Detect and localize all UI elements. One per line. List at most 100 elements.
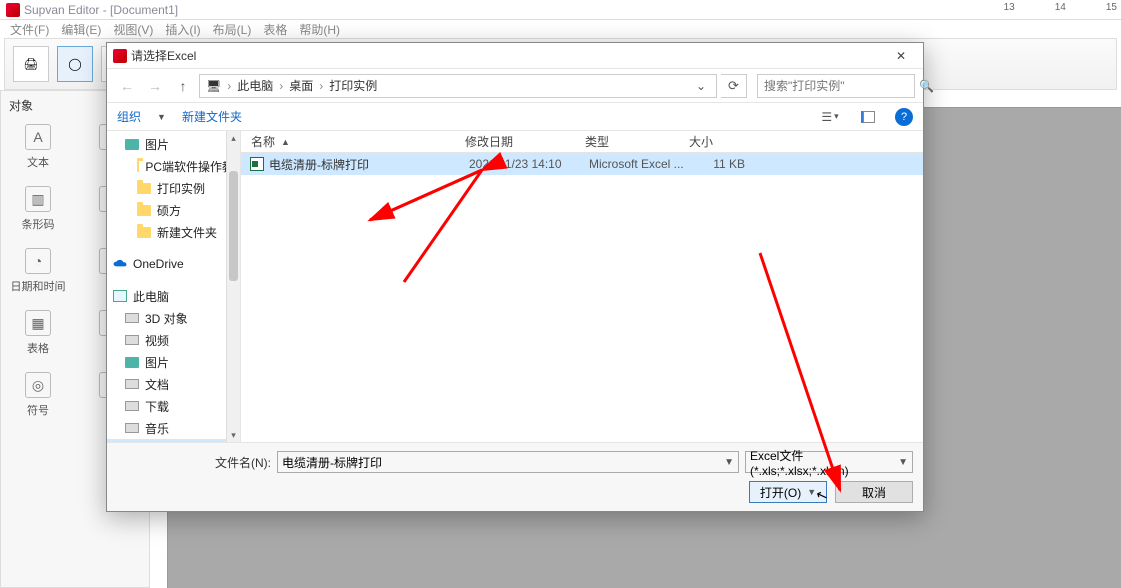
breadcrumb-item[interactable]: 打印实例 bbox=[329, 77, 377, 94]
tree-label: 3D 对象 bbox=[145, 310, 188, 327]
drive-icon bbox=[125, 379, 139, 389]
tool-label: 文本 bbox=[27, 154, 49, 170]
scroll-thumb[interactable] bbox=[229, 171, 238, 281]
tree-label: OneDrive bbox=[133, 257, 184, 271]
chevron-down-icon[interactable]: ▼ bbox=[157, 112, 166, 122]
close-icon[interactable]: ✕ bbox=[885, 46, 917, 66]
tree-item[interactable]: 图片 bbox=[107, 351, 240, 373]
breadcrumb-item[interactable]: 此电脑 bbox=[237, 77, 273, 94]
cursor-icon: ↖ bbox=[814, 486, 831, 506]
tree-scrollbar[interactable]: ▴ ▾ bbox=[226, 131, 240, 442]
tool-label: 表格 bbox=[27, 340, 49, 356]
filename-input[interactable]: 电缆清册-标牌打印▼ bbox=[277, 451, 739, 473]
tool-item[interactable]: ◎ 符号 bbox=[1, 364, 75, 426]
scroll-down-icon[interactable]: ▾ bbox=[227, 428, 240, 442]
tool-item[interactable]: ▥ 条形码 bbox=[1, 178, 75, 240]
col-date[interactable]: 修改日期 bbox=[465, 133, 585, 150]
new-folder-button[interactable]: 新建文件夹 bbox=[182, 108, 242, 125]
chevron-down-icon[interactable]: ▼ bbox=[898, 457, 908, 468]
menu-item[interactable]: 文件(F) bbox=[6, 21, 53, 38]
file-type-filter[interactable]: Excel文件(*.xls;*.xlsx;*.xlsm)▼ bbox=[745, 451, 913, 473]
tree-item[interactable]: 新建文件夹 bbox=[107, 221, 240, 243]
folder-icon bbox=[137, 205, 151, 216]
drive-icon bbox=[125, 335, 139, 345]
tool-icon: ▦ bbox=[25, 310, 51, 336]
search-input[interactable] bbox=[764, 79, 919, 93]
search-box[interactable]: 🔍 bbox=[757, 74, 915, 98]
open-button[interactable]: 打开(O) ▼ ↖ bbox=[749, 481, 827, 503]
tree-item[interactable]: 音乐 bbox=[107, 417, 240, 439]
breadcrumb[interactable]: 🖥›此电脑›桌面›打印实例⌄ bbox=[199, 74, 717, 98]
tree-label: 此电脑 bbox=[133, 288, 169, 305]
tree-label: 下载 bbox=[145, 398, 169, 415]
file-open-dialog: 请选择Excel ✕ ← → ↑ 🖥›此电脑›桌面›打印实例⌄ ⟳ 🔍 组织 ▼… bbox=[106, 42, 924, 512]
tree-item[interactable]: 硕方 bbox=[107, 199, 240, 221]
file-row[interactable]: 电缆清册-标牌打印 2021/11/23 14:10 Microsoft Exc… bbox=[241, 153, 923, 175]
menu-item[interactable]: 编辑(E) bbox=[57, 21, 105, 38]
help-icon[interactable]: ? bbox=[895, 108, 913, 126]
tool-item[interactable]: ▦ 表格 bbox=[1, 302, 75, 364]
tool-label: 符号 bbox=[27, 402, 49, 418]
column-headers[interactable]: 名称▲ 修改日期 类型 大小 bbox=[241, 131, 923, 153]
menu-item[interactable]: 帮助(H) bbox=[295, 21, 344, 38]
tree-item[interactable]: PC端软件操作教 bbox=[107, 155, 240, 177]
col-name[interactable]: 名称▲ bbox=[247, 133, 465, 150]
search-icon[interactable]: 🔍 bbox=[919, 79, 934, 93]
col-size[interactable]: 大小 bbox=[689, 133, 749, 150]
tree-item[interactable]: 3D 对象 bbox=[107, 307, 240, 329]
refresh-icon[interactable]: ⟳ bbox=[721, 74, 747, 98]
file-name: 电缆清册-标牌打印 bbox=[269, 156, 469, 173]
dialog-logo-icon bbox=[113, 49, 127, 63]
tree-item[interactable]: 视频 bbox=[107, 329, 240, 351]
sort-asc-icon: ▲ bbox=[281, 137, 290, 147]
tree-label: 硕方 bbox=[157, 202, 181, 219]
tool-label: 条形码 bbox=[22, 216, 55, 232]
app-logo-icon bbox=[6, 3, 20, 17]
organize-menu[interactable]: 组织 bbox=[117, 108, 141, 125]
tree-item[interactable]: 文档 bbox=[107, 373, 240, 395]
nav-up-icon[interactable]: ↑ bbox=[171, 74, 195, 98]
toolbar-camera-icon[interactable]: ◯ bbox=[57, 46, 93, 82]
tree-label: 音乐 bbox=[145, 420, 169, 437]
drive-icon bbox=[125, 423, 139, 433]
folder-icon bbox=[137, 161, 139, 172]
tree-item[interactable]: 此电脑 bbox=[107, 285, 240, 307]
file-list[interactable]: 电缆清册-标牌打印 2021/11/23 14:10 Microsoft Exc… bbox=[241, 153, 923, 442]
dialog-title: 请选择Excel bbox=[131, 47, 885, 64]
file-type: Microsoft Excel ... bbox=[589, 157, 693, 171]
tree-label: 视频 bbox=[145, 332, 169, 349]
tool-item[interactable]: ◔日期和时间 bbox=[1, 240, 75, 302]
tool-item[interactable]: A文本 bbox=[1, 116, 75, 178]
tool-icon: ▥ bbox=[25, 186, 51, 212]
nav-back-icon[interactable]: ← bbox=[115, 74, 139, 98]
folder-tree[interactable]: 图片PC端软件操作教打印实例硕方新建文件夹OneDrive此电脑3D 对象视频图… bbox=[107, 131, 241, 442]
tree-item[interactable]: OneDrive bbox=[107, 253, 240, 275]
chevron-down-icon[interactable]: ▼ bbox=[724, 457, 734, 468]
cancel-button[interactable]: 取消 bbox=[835, 481, 913, 503]
nav-forward-icon[interactable]: → bbox=[143, 74, 167, 98]
col-type[interactable]: 类型 bbox=[585, 133, 689, 150]
tree-label: 图片 bbox=[145, 354, 169, 371]
chevron-down-icon[interactable]: ⌄ bbox=[692, 79, 710, 93]
toolbar-print-icon[interactable]: 🖨 bbox=[13, 46, 49, 82]
picture-icon bbox=[125, 139, 139, 150]
menu-item[interactable]: 表格 bbox=[259, 21, 291, 38]
tree-item[interactable]: 下载 bbox=[107, 395, 240, 417]
tool-icon: ◎ bbox=[25, 372, 51, 398]
menu-item[interactable]: 插入(I) bbox=[161, 21, 204, 38]
view-mode-icon[interactable]: ☰▾ bbox=[819, 108, 841, 126]
menu-item[interactable]: 视图(V) bbox=[109, 21, 157, 38]
tree-label: 打印实例 bbox=[157, 180, 205, 197]
preview-pane-icon[interactable] bbox=[857, 108, 879, 126]
editor-titlebar: Supvan Editor - [Document1] bbox=[0, 0, 1121, 20]
tree-label: 图片 bbox=[145, 136, 169, 153]
menu-item[interactable]: 布局(L) bbox=[209, 21, 256, 38]
tree-item[interactable]: 打印实例 bbox=[107, 177, 240, 199]
tree-item[interactable]: 图片 bbox=[107, 133, 240, 155]
breadcrumb-item[interactable]: 桌面 bbox=[289, 77, 313, 94]
scroll-up-icon[interactable]: ▴ bbox=[227, 131, 240, 145]
dialog-titlebar[interactable]: 请选择Excel ✕ bbox=[107, 43, 923, 69]
tree-item[interactable]: 桌面 bbox=[107, 439, 240, 442]
tool-label: 日期和时间 bbox=[11, 278, 66, 294]
editor-menubar[interactable]: 文件(F)编辑(E)视图(V)插入(I) 布局(L)表格帮助(H) bbox=[0, 20, 1121, 38]
